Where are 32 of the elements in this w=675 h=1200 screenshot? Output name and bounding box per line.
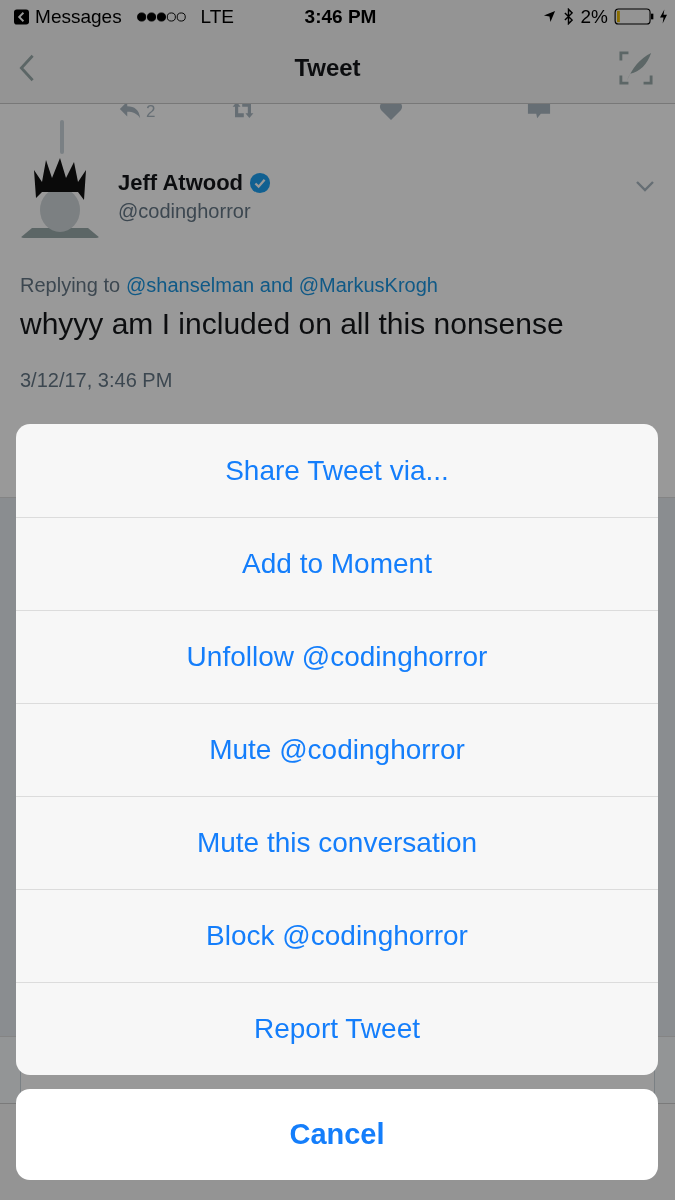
author-name[interactable]: Jeff Atwood bbox=[118, 170, 244, 196]
avatar[interactable] bbox=[20, 158, 100, 238]
reply-icon[interactable] bbox=[118, 104, 142, 119]
action-sheet-item[interactable]: Mute @codinghorror bbox=[16, 703, 658, 796]
action-sheet-item[interactable]: Unfollow @codinghorror bbox=[16, 610, 658, 703]
tweet-timestamp: 3/12/17, 3:46 PM bbox=[20, 369, 174, 392]
replying-to-link[interactable]: @shanselman and @MarkusKrogh bbox=[126, 274, 438, 297]
action-sheet-item[interactable]: Share Tweet via... bbox=[16, 424, 658, 517]
author-handle[interactable]: @codinghorror bbox=[118, 200, 635, 223]
nav-title: Tweet bbox=[294, 54, 361, 82]
location-icon bbox=[542, 10, 556, 23]
charging-icon bbox=[660, 9, 667, 24]
clock: 3:46 PM bbox=[304, 5, 377, 28]
action-sheet-item[interactable]: Add to Moment bbox=[16, 517, 658, 610]
chevron-down-icon[interactable] bbox=[635, 180, 655, 192]
compose-icon[interactable] bbox=[619, 51, 653, 85]
cancel-button[interactable]: Cancel bbox=[16, 1089, 658, 1180]
replying-label: Replying to bbox=[20, 274, 121, 297]
back-icon[interactable] bbox=[14, 8, 30, 25]
battery-icon bbox=[614, 8, 654, 25]
heart-icon[interactable] bbox=[379, 104, 403, 120]
retweet-icon[interactable] bbox=[231, 104, 255, 120]
back-app-label[interactable]: Messages bbox=[35, 5, 122, 28]
network-label: LTE bbox=[200, 5, 234, 28]
action-sheet-item[interactable]: Mute this conversation bbox=[16, 796, 658, 889]
tweet-text: whyyy am I included on all this nonsense bbox=[20, 307, 565, 341]
message-icon[interactable] bbox=[527, 104, 551, 120]
signal-icon bbox=[135, 10, 187, 23]
bluetooth-icon bbox=[563, 8, 573, 25]
battery-percent: 2% bbox=[580, 5, 608, 28]
action-sheet-item[interactable]: Report Tweet bbox=[16, 982, 658, 1075]
action-sheet-item[interactable]: Block @codinghorror bbox=[16, 889, 658, 982]
